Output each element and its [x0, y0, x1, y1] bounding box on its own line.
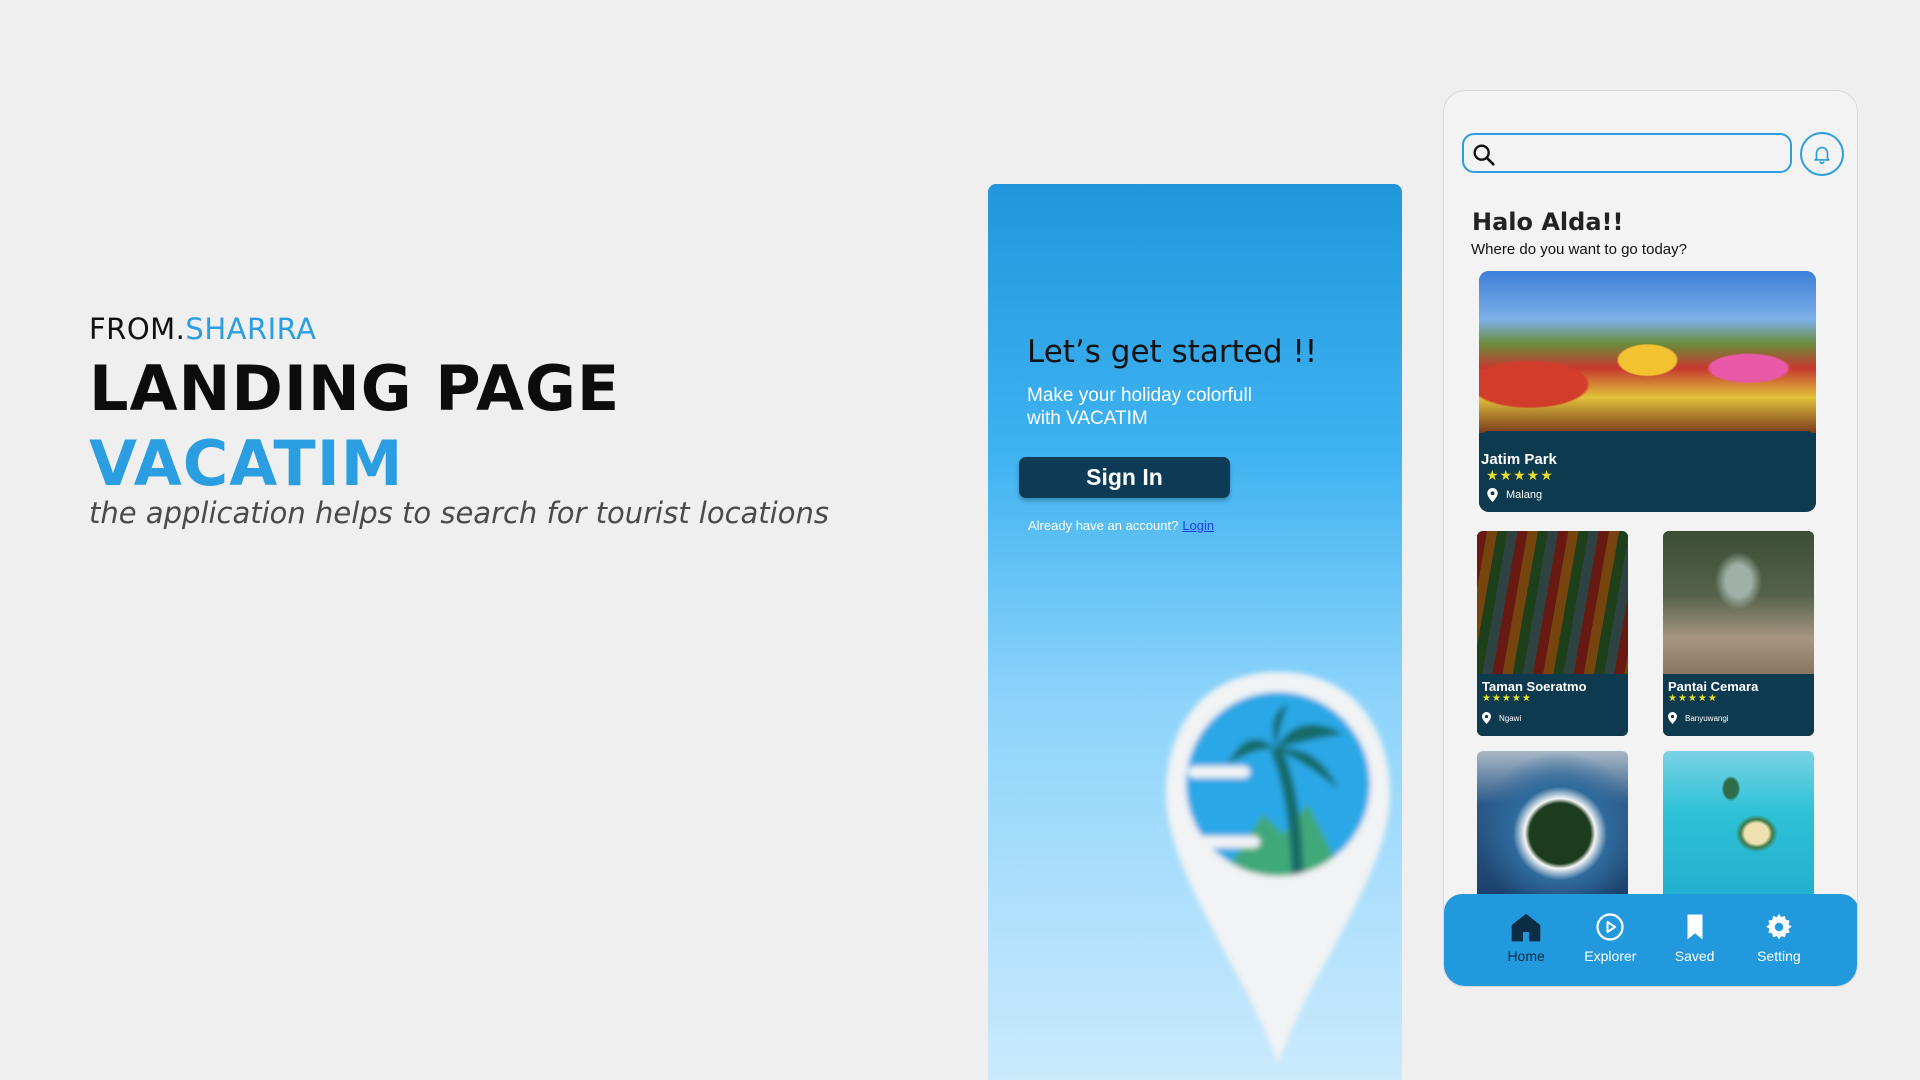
brand-name: VACATIM [89, 427, 404, 500]
bookmark-icon [1687, 914, 1703, 940]
hero-description: the application helps to search for tour… [89, 496, 829, 530]
rating-stars: ★★★★★ [1668, 693, 1718, 704]
bell-icon [1814, 146, 1830, 164]
notification-button[interactable] [1800, 132, 1844, 176]
place-location: Malang [1481, 488, 1816, 502]
rating-stars: ★★★★★ [1482, 693, 1532, 704]
greeting-title: Halo Alda!! [1472, 208, 1624, 236]
location-pin-icon [1487, 488, 1498, 502]
account-prompt-text: Already have an account? [1028, 518, 1179, 533]
greeting-subtitle: Where do you want to go today? [1471, 241, 1687, 258]
author-name: SHARIRA [185, 312, 317, 346]
landing-subtitle: Make your holiday colorfull with VACATIM [1027, 385, 1252, 429]
from-prefix: FROM. [89, 312, 186, 346]
place-card[interactable]: Pantai Cemara ★★★★★ Banyuwangi [1663, 531, 1814, 736]
place-name: Taman Soeratmo [1482, 679, 1587, 694]
place-card[interactable]: Taman Soeratmo ★★★★★ Ngawi [1477, 531, 1628, 736]
location-label: Banyuwangi [1685, 713, 1729, 723]
nav-explorer[interactable]: Explorer [1579, 894, 1641, 986]
search-icon [1473, 144, 1495, 166]
location-pin-icon [1482, 712, 1491, 724]
place-photo [1479, 271, 1816, 433]
hero-title: LANDING PAGE [89, 352, 621, 425]
sign-in-button[interactable]: Sign In [1019, 457, 1230, 498]
place-info: Taman Soeratmo ★★★★★ Ngawi [1477, 674, 1628, 736]
place-location: Ngawi [1482, 712, 1628, 724]
nav-label: Explorer [1584, 948, 1637, 964]
home-icon [1511, 914, 1541, 942]
place-card-photo[interactable] [1477, 751, 1628, 901]
nav-label: Home [1507, 948, 1545, 964]
location-pin-icon [1668, 712, 1677, 724]
place-photo [1477, 531, 1628, 674]
place-info: Pantai Cemara ★★★★★ Banyuwangi [1663, 674, 1814, 736]
nav-saved[interactable]: Saved [1664, 894, 1726, 986]
search-input[interactable] [1462, 133, 1792, 173]
nav-label: Saved [1674, 948, 1715, 964]
place-photo [1663, 531, 1814, 674]
hero-section: FROM.SHARIRA LANDING PAGE VACATIM the ap… [89, 312, 889, 530]
featured-place-info: Jatim Park ★★★★★ Malang [1479, 431, 1816, 510]
location-pin-logo [1166, 672, 1390, 1064]
place-location: Banyuwangi [1668, 712, 1814, 724]
nav-home[interactable]: Home [1495, 894, 1557, 986]
location-label: Ngawi [1499, 713, 1522, 723]
bottom-navigation: Home Explorer Saved Setting [1444, 894, 1857, 986]
place-name: Pantai Cemara [1668, 679, 1759, 694]
home-screen: Halo Alda!! Where do you want to go toda… [1443, 90, 1858, 987]
landing-screen: Let’s get started !! Make your holiday c… [988, 184, 1402, 1080]
login-link[interactable]: Login [1182, 518, 1214, 533]
account-prompt: Already have an account? Login [1028, 518, 1214, 533]
nav-label: Setting [1757, 948, 1801, 964]
rating-stars: ★★★★★ [1486, 467, 1554, 483]
landing-heading: Let’s get started !! [1027, 334, 1318, 370]
from-line: FROM.SHARIRA [89, 312, 889, 346]
gear-icon [1766, 913, 1792, 940]
location-label: Malang [1506, 489, 1543, 501]
nav-setting[interactable]: Setting [1748, 894, 1810, 986]
place-card-photo[interactable] [1663, 751, 1814, 901]
featured-place-card[interactable]: Jatim Park ★★★★★ Malang [1479, 271, 1816, 512]
place-name: Jatim Park [1481, 451, 1557, 468]
play-circle-icon [1596, 913, 1624, 941]
